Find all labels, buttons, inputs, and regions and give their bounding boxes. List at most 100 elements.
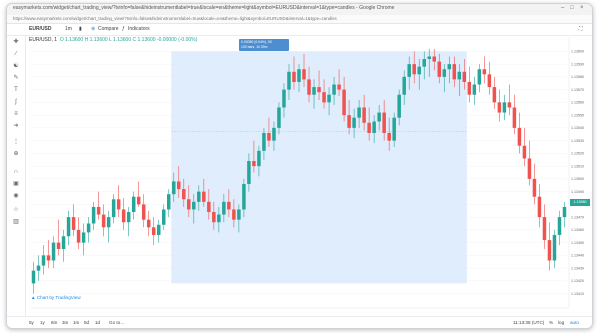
price-tick-label: 1.13470: [571, 215, 584, 219]
candle-body: [457, 71, 462, 80]
price-tick-label: 1.13520: [571, 152, 584, 156]
candle-body: [367, 122, 371, 133]
range-5d[interactable]: 5d: [84, 320, 89, 325]
candle-body: [61, 236, 66, 249]
price-tick-label: 1.13570: [571, 88, 584, 92]
candle-body: [131, 196, 136, 213]
range-1m[interactable]: 1m: [73, 320, 79, 325]
candle-body: [41, 255, 46, 266]
price-tick-label: 1.13590: [571, 62, 584, 66]
price-tick-label: 1.13550: [571, 113, 584, 117]
candle-body: [212, 212, 216, 223]
candle-body: [297, 69, 301, 82]
candle-body: [522, 145, 527, 159]
candle-body: [207, 201, 211, 213]
candle-body: [312, 87, 316, 95]
candle-body: [66, 217, 71, 237]
measure-bars: 100 bars, 1h 39m: [241, 45, 268, 49]
goto-button[interactable]: Go to...: [109, 320, 124, 325]
range-5y[interactable]: 5y: [29, 320, 34, 325]
candle-body: [86, 223, 91, 233]
range-3m[interactable]: 3m: [62, 320, 68, 325]
measure-tooltip: 0.00050 (0.04%), 50 100 bars, 1h 39m: [239, 39, 289, 51]
candle-body: [397, 94, 401, 118]
price-tick-label: 1.13450: [571, 241, 584, 245]
bottom-toolbar: 5y 1y 6m 3m 1m 5d 1d Go to... 11:13:38 (…: [7, 316, 592, 328]
price-tick-label: 1.13420: [571, 279, 584, 283]
candle-body: [267, 132, 271, 141]
candle-body: [542, 217, 547, 241]
candle-body: [161, 209, 166, 225]
price-tick-label: 1.13540: [571, 126, 584, 130]
tradingview-logo[interactable]: ▲ Chart by TradingView: [31, 295, 81, 300]
candle-body: [262, 132, 266, 151]
browser-window: easymarkets.com/widget/chart_trading_vie…: [6, 3, 593, 329]
candle-body: [302, 69, 306, 80]
candle-body: [447, 64, 452, 70]
candle-body: [106, 217, 111, 228]
utc-clock[interactable]: 11:13:38 (UTC): [513, 320, 544, 325]
candle-body: [412, 64, 416, 75]
logo-text: Chart by TradingView: [36, 295, 81, 300]
candle-body: [322, 92, 326, 103]
price-tick-label: 1.13580: [571, 75, 584, 79]
candle-body: [387, 132, 391, 141]
percent-toggle[interactable]: %: [549, 320, 553, 325]
auto-toggle[interactable]: auto: [570, 320, 579, 325]
candle-body: [71, 217, 76, 230]
candle-body: [472, 84, 477, 95]
range-1d[interactable]: 1d: [95, 320, 100, 325]
candle-body: [357, 107, 361, 118]
candle-body: [407, 64, 411, 77]
candle-body: [287, 71, 291, 90]
price-tick-label: 1.13460: [571, 228, 584, 232]
chart-logo-icon: ▲: [31, 295, 36, 300]
candle-body: [482, 69, 487, 75]
range-6m[interactable]: 6m: [51, 320, 57, 325]
candle-body: [126, 212, 131, 223]
candle-body: [477, 69, 482, 85]
legend-ohlc: O 1.13600 H 1.13600 L 1.13600 C 1.13600 …: [59, 37, 198, 43]
candle-body: [442, 69, 447, 77]
candle-body: [392, 117, 396, 141]
candle-body: [432, 56, 437, 62]
candle-body: [121, 209, 126, 223]
current-price-badge: 1.13580: [570, 199, 590, 206]
candle-body: [257, 150, 261, 167]
log-toggle[interactable]: log: [558, 320, 564, 325]
candle-body: [462, 71, 467, 82]
candle-body: [532, 178, 537, 197]
candle-body: [101, 214, 106, 228]
candle-body: [337, 84, 341, 90]
candle-body: [417, 66, 421, 75]
candle-body: [422, 59, 426, 67]
candle-body: [217, 214, 221, 223]
candle-body: [382, 112, 386, 133]
candle-body: [492, 87, 497, 103]
candle-body: [91, 206, 96, 224]
candle-body: [507, 102, 512, 108]
chart-legend: EUR/USD, 1 O 1.13600 H 1.13600 L 1.13600…: [29, 37, 197, 43]
candle-body: [327, 94, 331, 103]
candle-body: [362, 107, 366, 123]
candle-body: [292, 71, 296, 82]
candle-body: [342, 89, 346, 116]
candle-body: [242, 183, 246, 210]
candle-body: [76, 229, 81, 243]
candle-body: [547, 240, 552, 261]
price-tick-label: 1.13560: [571, 101, 584, 105]
candle-body: [347, 115, 351, 128]
candle-body: [307, 79, 311, 95]
candle-body: [502, 102, 507, 113]
candle-body: [227, 201, 231, 210]
range-1y[interactable]: 1y: [40, 320, 45, 325]
candle-body: [317, 87, 321, 93]
candle-body: [31, 270, 36, 284]
candle-body: [197, 191, 201, 202]
price-chart[interactable]: 1.13600 1.13590 1.13580 1.13570 1.13560 1.135…: [7, 4, 592, 328]
legend-title: EUR/USD, 1: [29, 37, 58, 43]
candle-body: [36, 265, 41, 271]
candle-body: [81, 232, 86, 243]
candle-body: [437, 61, 442, 77]
price-tick-label: 1.13490: [571, 190, 584, 194]
